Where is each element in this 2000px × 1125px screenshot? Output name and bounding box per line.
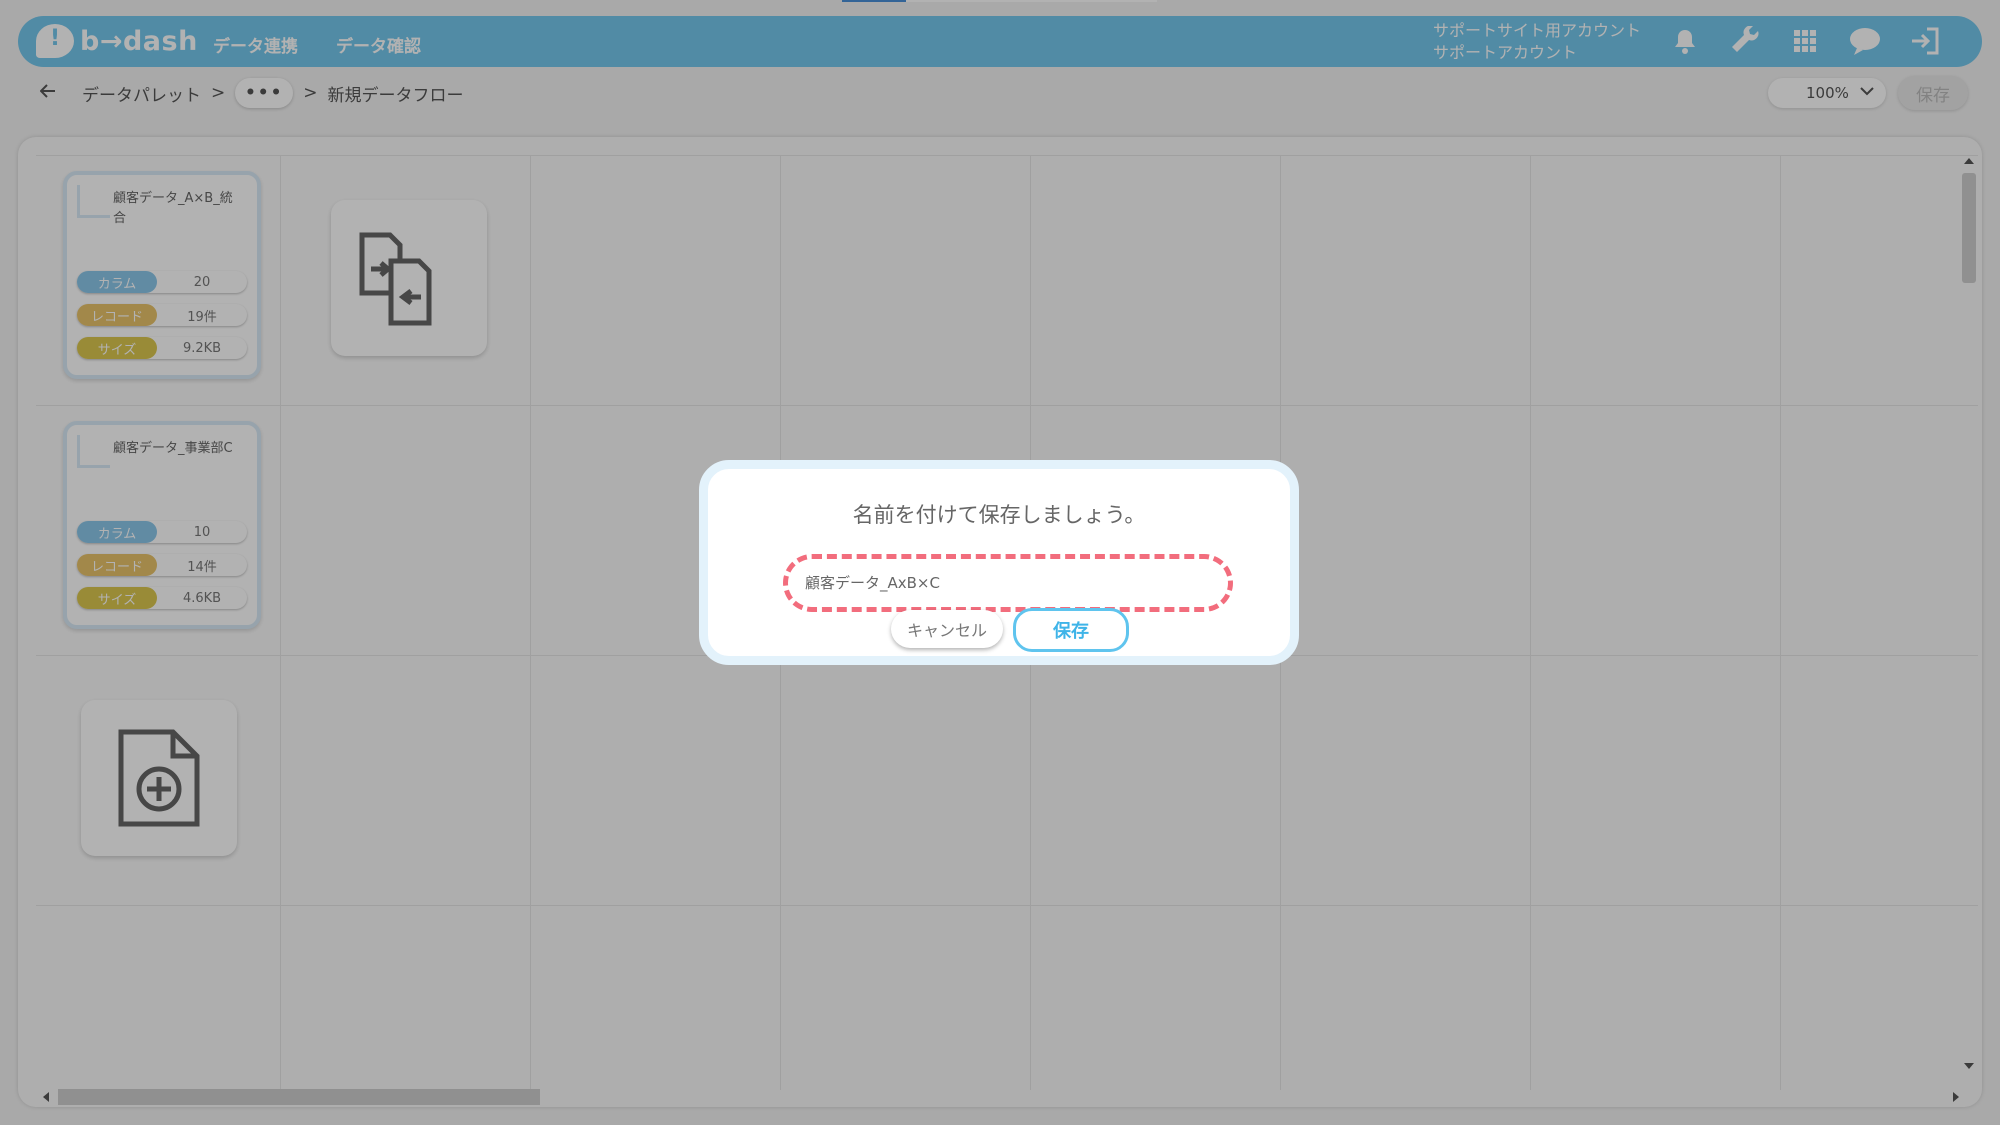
cancel-button[interactable]: キャンセル	[891, 610, 1003, 648]
save-name-dialog: 名前を付けて保存しましょう。 キャンセル 保存	[699, 460, 1299, 665]
dialog-title: 名前を付けて保存しましょう。	[852, 503, 1146, 527]
flow-name-input[interactable]	[793, 564, 1213, 600]
save-button[interactable]: 保存	[1013, 608, 1129, 652]
